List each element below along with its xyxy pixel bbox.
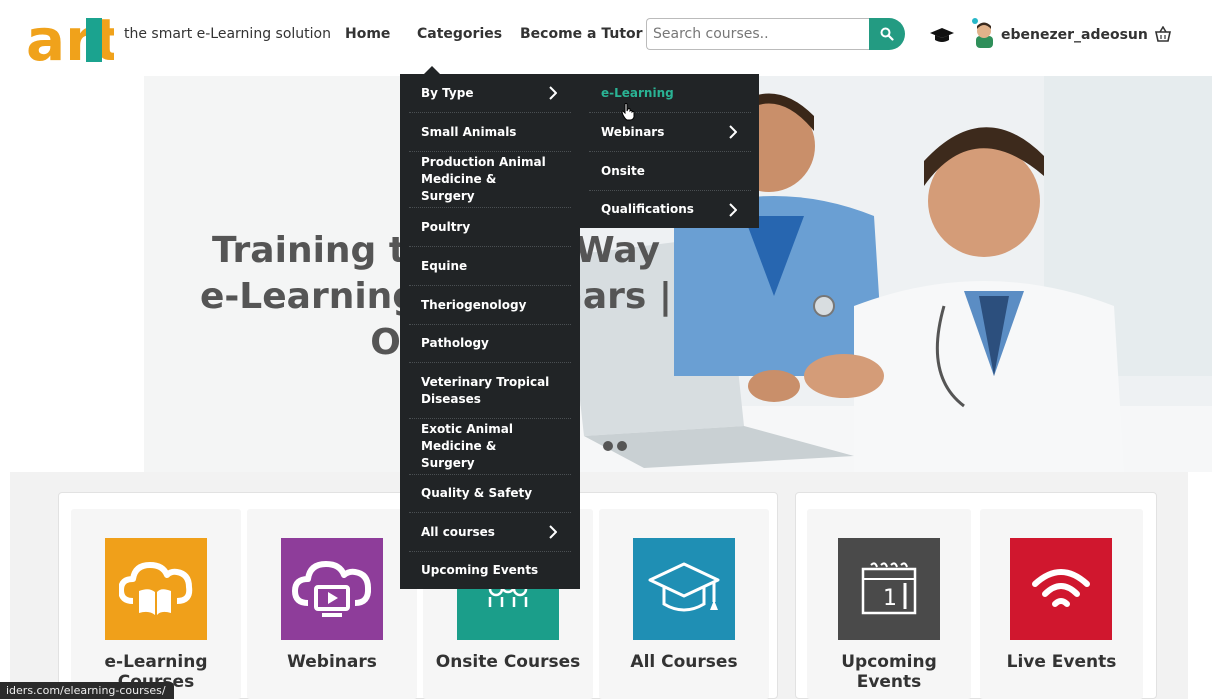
submenu-item-webinars[interactable]: Webinars	[589, 113, 751, 152]
username[interactable]: ebenezer_adeosun	[1001, 27, 1148, 43]
nav-home[interactable]: Home	[345, 26, 390, 42]
menu-item-small-animals[interactable]: Small Animals	[409, 113, 571, 152]
slider-dot[interactable]	[617, 441, 627, 451]
chevron-right-icon	[549, 86, 557, 100]
art-logo[interactable]: art	[26, 10, 114, 66]
card-label: Upcoming Events	[841, 652, 937, 692]
menu-item-label: Theriogenology	[421, 297, 527, 312]
search-icon	[880, 27, 894, 41]
menu-item-label: e-Learning	[601, 85, 674, 100]
menu-item-label: Veterinary Tropical Diseases	[421, 374, 550, 406]
menu-item-label: Webinars	[601, 124, 665, 139]
menu-item-upcoming-events[interactable]: Upcoming Events	[409, 552, 571, 589]
site-header: art the smart e-Learning solution Home C…	[0, 0, 1212, 74]
submenu-item-qualifications[interactable]: Qualifications	[589, 191, 751, 228]
menu-item-label: Exotic Animal Medicine & Surgery	[421, 422, 513, 470]
menu-item-label: Qualifications	[601, 202, 694, 216]
menu-item-equine[interactable]: Equine	[409, 247, 571, 286]
calendar-icon: 1	[838, 538, 940, 640]
wifi-icon	[1010, 538, 1112, 640]
chevron-right-icon	[729, 202, 737, 217]
menu-item-label: Equine	[421, 258, 468, 273]
menu-item-label: By Type	[421, 85, 474, 100]
nav-categories[interactable]: Categories	[417, 26, 502, 42]
hand-cursor-icon	[621, 103, 635, 121]
menu-item-label: Production Animal Medicine & Surgery	[421, 155, 546, 203]
basket-icon[interactable]	[1155, 26, 1171, 42]
slider-dot[interactable]	[603, 441, 613, 451]
menu-item-tropical-diseases[interactable]: Veterinary Tropical Diseases	[409, 363, 571, 419]
card-all-courses[interactable]: All Courses	[599, 509, 769, 699]
card-webinars[interactable]: Webinars	[247, 509, 417, 699]
graduation-cap-icon[interactable]	[930, 27, 954, 43]
menu-item-label: Small Animals	[421, 124, 517, 139]
menu-item-label: All courses	[421, 524, 495, 539]
graduation-cap-icon	[633, 538, 735, 640]
status-bar-url: iders.com/elearning-courses/	[0, 682, 174, 699]
card-label: Live Events	[1006, 652, 1117, 672]
menu-item-label: Upcoming Events	[421, 563, 539, 577]
card-live-events[interactable]: Live Events	[980, 509, 1143, 699]
cloud-book-icon	[105, 538, 207, 640]
tagline: the smart e-Learning solution	[124, 26, 331, 42]
by-type-submenu: e-Learning Webinars Onsite Qualification…	[580, 74, 759, 228]
menu-item-label: Pathology	[421, 336, 489, 350]
card-label: Webinars	[287, 652, 377, 672]
card-upcoming-events[interactable]: 1 Upcoming Events	[807, 509, 971, 699]
menu-item-pathology[interactable]: Pathology	[409, 325, 571, 363]
menu-item-label: Onsite	[601, 163, 645, 178]
slider-dots	[603, 441, 627, 451]
card-label: All Courses	[630, 652, 738, 672]
card-label: Onsite Courses	[435, 652, 581, 672]
chevron-right-icon	[549, 525, 557, 539]
cloud-video-icon	[281, 538, 383, 640]
menu-item-production-animal[interactable]: Production Animal Medicine & Surgery	[409, 152, 571, 208]
menu-item-label: Poultry	[421, 219, 471, 234]
nav-become-tutor[interactable]: Become a Tutor	[520, 26, 643, 42]
menu-item-label: Quality & Safety	[421, 486, 533, 500]
card-elearning-courses[interactable]: e-Learning Courses	[71, 509, 241, 699]
calendar-day-number: 1	[883, 586, 897, 611]
menu-item-poultry[interactable]: Poultry	[409, 208, 571, 247]
search-input[interactable]	[646, 18, 870, 50]
menu-item-all-courses[interactable]: All courses	[409, 513, 571, 552]
submenu-item-onsite[interactable]: Onsite	[589, 152, 751, 191]
menu-item-by-type[interactable]: By Type	[409, 74, 571, 113]
submenu-item-elearning[interactable]: e-Learning	[589, 74, 751, 113]
menu-item-theriogenology[interactable]: Theriogenology	[409, 286, 571, 325]
chevron-right-icon	[729, 125, 737, 139]
menu-item-quality-safety[interactable]: Quality & Safety	[409, 475, 571, 513]
user-avatar[interactable]	[971, 18, 997, 48]
categories-menu: By Type Small Animals Production Animal …	[400, 74, 580, 589]
menu-item-exotic-animal[interactable]: Exotic Animal Medicine & Surgery	[409, 419, 571, 475]
search-button[interactable]	[869, 18, 905, 50]
